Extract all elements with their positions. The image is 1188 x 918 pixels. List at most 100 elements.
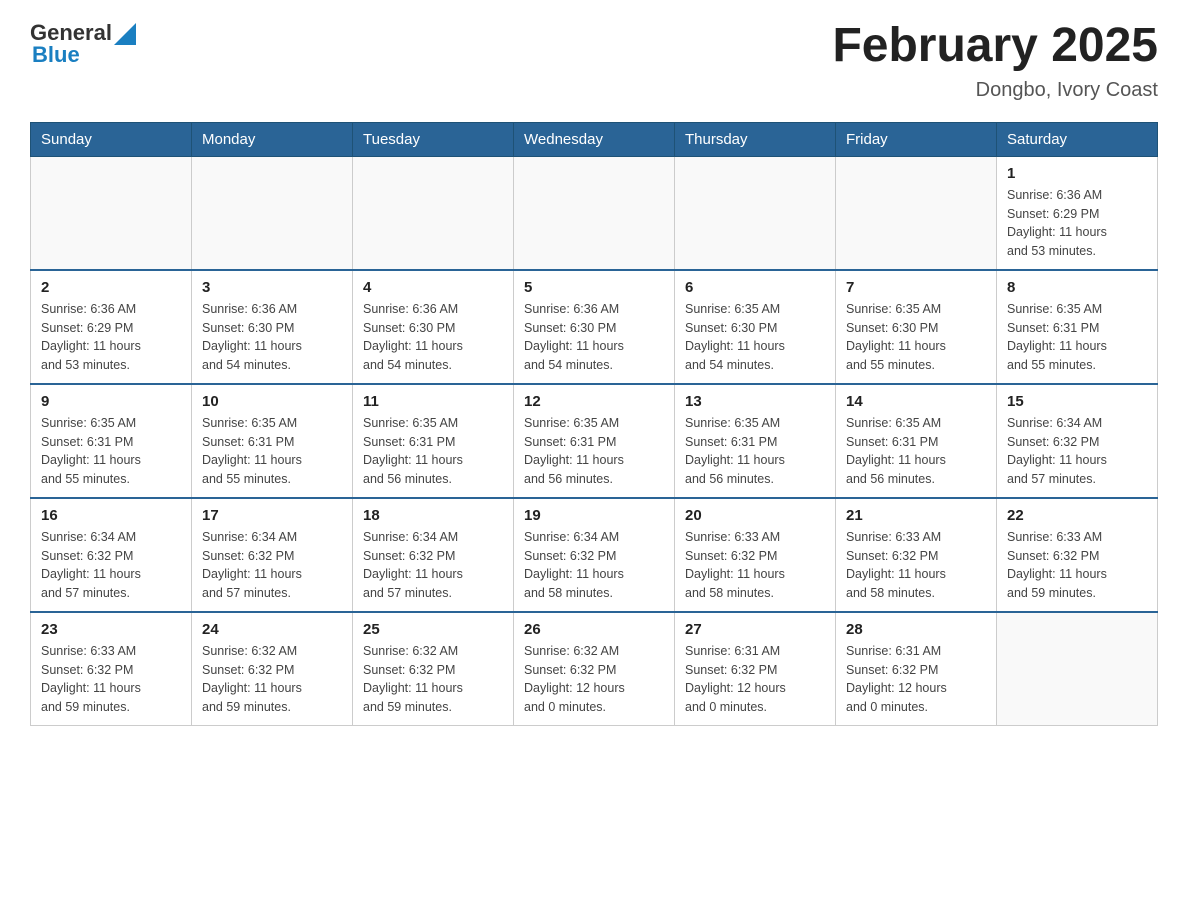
day-number: 20 [685,507,825,524]
calendar-week-row: 16Sunrise: 6:34 AM Sunset: 6:32 PM Dayli… [31,498,1158,612]
day-header-tuesday: Tuesday [353,122,514,156]
logo-blue-text: Blue [32,42,80,68]
day-number: 12 [524,393,664,410]
calendar-cell [353,156,514,270]
day-info: Sunrise: 6:34 AM Sunset: 6:32 PM Dayligh… [202,528,342,603]
calendar-cell: 16Sunrise: 6:34 AM Sunset: 6:32 PM Dayli… [31,498,192,612]
day-info: Sunrise: 6:33 AM Sunset: 6:32 PM Dayligh… [685,528,825,603]
day-header-thursday: Thursday [675,122,836,156]
calendar-cell: 4 Sunrise: 6:36 AM Sunset: 6:30 PM Daylig… [353,270,514,384]
day-info: Sunrise: 6:36 AM Sunset: 6:29 PM Dayligh… [41,300,181,375]
day-info: Sunrise: 6:36 AM Sunset: 6:30 PM Dayligh… [202,300,342,375]
calendar-cell: 17Sunrise: 6:34 AM Sunset: 6:32 PM Dayli… [192,498,353,612]
title-section: February 2025 Dongbo, Ivory Coast [832,20,1158,102]
calendar-cell: 14 Sunrise: 6:35 AM Sunset: 6:31 PM Dayli… [836,384,997,498]
day-info: Sunrise: 6:34 AM Sunset: 6:32 PM Dayligh… [41,528,181,603]
day-info: Sunrise: 6:31 AM Sunset: 6:32 PM Dayligh… [685,642,825,717]
calendar-week-row: 2 Sunrise: 6:36 AM Sunset: 6:29 PM Daylig… [31,270,1158,384]
day-info: Sunrise: 6:35 AM Sunset: 6:31 PM Dayligh… [202,414,342,489]
day-header-sunday: Sunday [31,122,192,156]
day-number: 14 [846,393,986,410]
day-info: Sunrise: 6:33 AM Sunset: 6:32 PM Dayligh… [846,528,986,603]
calendar-cell: 9 Sunrise: 6:35 AM Sunset: 6:31 PM Daylig… [31,384,192,498]
day-info: Sunrise: 6:33 AM Sunset: 6:32 PM Dayligh… [1007,528,1147,603]
day-number: 27 [685,621,825,638]
calendar-cell: 25 Sunrise: 6:32 AM Sunset: 6:32 PM Dayli… [353,612,514,726]
calendar-cell: 21 Sunrise: 6:33 AM Sunset: 6:32 PM Dayli… [836,498,997,612]
calendar-cell: 5 Sunrise: 6:36 AM Sunset: 6:30 PM Daylig… [514,270,675,384]
day-number: 15 [1007,393,1147,410]
day-number: 28 [846,621,986,638]
day-info: Sunrise: 6:32 AM Sunset: 6:32 PM Dayligh… [363,642,503,717]
calendar-cell: 11 Sunrise: 6:35 AM Sunset: 6:31 PM Dayli… [353,384,514,498]
logo: General Blue [30,20,136,68]
day-number: 26 [524,621,664,638]
calendar-cell: 13 Sunrise: 6:35 AM Sunset: 6:31 PM Dayli… [675,384,836,498]
day-info: Sunrise: 6:31 AM Sunset: 6:32 PM Dayligh… [846,642,986,717]
day-number: 22 [1007,507,1147,524]
day-number: 5 [524,279,664,296]
calendar-cell [836,156,997,270]
day-info: Sunrise: 6:35 AM Sunset: 6:31 PM Dayligh… [685,414,825,489]
calendar-cell: 6Sunrise: 6:35 AM Sunset: 6:30 PM Daylig… [675,270,836,384]
day-header-saturday: Saturday [997,122,1158,156]
calendar-cell: 24 Sunrise: 6:32 AM Sunset: 6:32 PM Dayli… [192,612,353,726]
day-info: Sunrise: 6:32 AM Sunset: 6:32 PM Dayligh… [202,642,342,717]
logo-triangle-icon [114,23,136,45]
calendar-cell: 23 Sunrise: 6:33 AM Sunset: 6:32 PM Dayli… [31,612,192,726]
day-info: Sunrise: 6:36 AM Sunset: 6:29 PM Dayligh… [1007,186,1147,261]
day-info: Sunrise: 6:35 AM Sunset: 6:31 PM Dayligh… [846,414,986,489]
day-info: Sunrise: 6:35 AM Sunset: 6:31 PM Dayligh… [41,414,181,489]
day-number: 1 [1007,165,1147,182]
calendar-cell [31,156,192,270]
calendar-cell: 12 Sunrise: 6:35 AM Sunset: 6:31 PM Dayli… [514,384,675,498]
day-number: 9 [41,393,181,410]
day-number: 24 [202,621,342,638]
day-info: Sunrise: 6:33 AM Sunset: 6:32 PM Dayligh… [41,642,181,717]
day-info: Sunrise: 6:34 AM Sunset: 6:32 PM Dayligh… [524,528,664,603]
day-number: 23 [41,621,181,638]
day-info: Sunrise: 6:35 AM Sunset: 6:31 PM Dayligh… [363,414,503,489]
calendar-cell: 19 Sunrise: 6:34 AM Sunset: 6:32 PM Dayli… [514,498,675,612]
day-header-wednesday: Wednesday [514,122,675,156]
calendar-subtitle: Dongbo, Ivory Coast [832,79,1158,102]
day-info: Sunrise: 6:35 AM Sunset: 6:30 PM Dayligh… [685,300,825,375]
calendar-cell: 15Sunrise: 6:34 AM Sunset: 6:32 PM Dayli… [997,384,1158,498]
day-number: 2 [41,279,181,296]
calendar-cell: 22 Sunrise: 6:33 AM Sunset: 6:32 PM Dayli… [997,498,1158,612]
calendar-cell [675,156,836,270]
day-number: 21 [846,507,986,524]
calendar-cell: 2 Sunrise: 6:36 AM Sunset: 6:29 PM Daylig… [31,270,192,384]
day-info: Sunrise: 6:35 AM Sunset: 6:31 PM Dayligh… [524,414,664,489]
calendar-cell: 10 Sunrise: 6:35 AM Sunset: 6:31 PM Dayli… [192,384,353,498]
day-number: 25 [363,621,503,638]
day-number: 10 [202,393,342,410]
calendar-week-row: 9 Sunrise: 6:35 AM Sunset: 6:31 PM Daylig… [31,384,1158,498]
day-info: Sunrise: 6:32 AM Sunset: 6:32 PM Dayligh… [524,642,664,717]
calendar-cell: 18 Sunrise: 6:34 AM Sunset: 6:32 PM Dayli… [353,498,514,612]
day-number: 19 [524,507,664,524]
calendar-cell: 27 Sunrise: 6:31 AM Sunset: 6:32 PM Dayli… [675,612,836,726]
calendar-cell [997,612,1158,726]
calendar-week-row: 1 Sunrise: 6:36 AM Sunset: 6:29 PM Daylig… [31,156,1158,270]
calendar-cell: 3Sunrise: 6:36 AM Sunset: 6:30 PM Daylig… [192,270,353,384]
calendar-title: February 2025 [832,20,1158,73]
day-number: 8 [1007,279,1147,296]
day-number: 18 [363,507,503,524]
calendar-table: SundayMondayTuesdayWednesdayThursdayFrid… [30,122,1158,726]
day-number: 7 [846,279,986,296]
calendar-cell [192,156,353,270]
day-number: 13 [685,393,825,410]
day-header-friday: Friday [836,122,997,156]
day-info: Sunrise: 6:36 AM Sunset: 6:30 PM Dayligh… [363,300,503,375]
day-number: 4 [363,279,503,296]
day-info: Sunrise: 6:35 AM Sunset: 6:30 PM Dayligh… [846,300,986,375]
day-number: 11 [363,393,503,410]
calendar-cell: 1 Sunrise: 6:36 AM Sunset: 6:29 PM Daylig… [997,156,1158,270]
calendar-cell: 28 Sunrise: 6:31 AM Sunset: 6:32 PM Dayli… [836,612,997,726]
calendar-cell: 7 Sunrise: 6:35 AM Sunset: 6:30 PM Daylig… [836,270,997,384]
day-info: Sunrise: 6:34 AM Sunset: 6:32 PM Dayligh… [363,528,503,603]
day-info: Sunrise: 6:36 AM Sunset: 6:30 PM Dayligh… [524,300,664,375]
day-header-monday: Monday [192,122,353,156]
calendar-header-row: SundayMondayTuesdayWednesdayThursdayFrid… [31,122,1158,156]
